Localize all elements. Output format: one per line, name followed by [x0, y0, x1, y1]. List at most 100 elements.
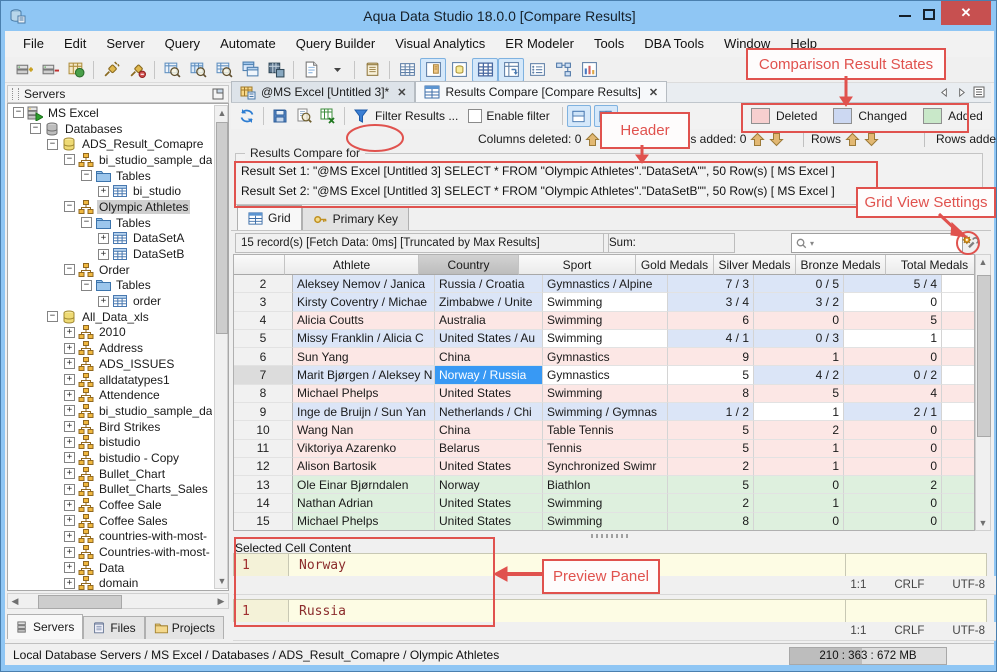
table-cell[interactable]: 0 / 3	[754, 329, 844, 349]
table-cell[interactable]: 4	[844, 384, 942, 403]
table-cell[interactable]: Inge de Bruijn / Sun Yan	[293, 402, 435, 422]
memory-indicator[interactable]: 210 : 363 : 672 MB	[789, 647, 947, 665]
collapse-icon[interactable]: −	[81, 279, 92, 291]
tree-item-address[interactable]: + Address	[9, 340, 212, 356]
save-button[interactable]	[268, 105, 292, 127]
table-cell[interactable]: 1	[754, 494, 844, 513]
table-cell[interactable]: United States / Au	[435, 329, 543, 349]
table-cell[interactable]: Ole Einar Bjørndalen	[293, 476, 435, 495]
tree-item-bi-studio-sample-da[interactable]: − bi_studio_sample_da	[9, 152, 212, 168]
table-cell[interactable]: Swimming	[543, 329, 668, 349]
expand-icon[interactable]: +	[64, 342, 75, 354]
table-cell[interactable]: Kirsty Coventry / Michae	[293, 293, 435, 312]
row-number[interactable]: 12	[234, 457, 293, 477]
table-cell[interactable]: 0	[844, 293, 942, 312]
tree-item-bullet-chart[interactable]: + Bullet_Chart	[9, 466, 212, 482]
tree-item-domain[interactable]: + domain	[9, 576, 212, 590]
table-cell[interactable]: 8	[942, 512, 974, 530]
disconnect-plug-button[interactable]	[124, 58, 150, 82]
table-cell[interactable]: 2 / 1	[844, 402, 942, 422]
tree-item-tables[interactable]: − Tables	[9, 215, 212, 231]
float-panel-icon[interactable]	[212, 88, 224, 100]
row-number[interactable]: 3	[234, 293, 293, 312]
menu-file[interactable]: File	[13, 31, 54, 57]
open-results-button[interactable]	[159, 58, 185, 82]
scroll-left-icon[interactable]: ◀	[8, 594, 22, 608]
refresh-button[interactable]	[235, 105, 259, 127]
tree-item-bullet-charts-sales[interactable]: + Bullet_Charts_Sales	[9, 482, 212, 498]
table-cell[interactable]: 0	[754, 512, 844, 530]
table-cell[interactable]: Belarus	[435, 439, 543, 458]
row-number[interactable]: 8	[234, 384, 293, 403]
row-number[interactable]: 5	[234, 329, 293, 349]
table-cell[interactable]: United States	[435, 384, 543, 403]
table-cell[interactable]: United States	[435, 494, 543, 513]
collapse-icon[interactable]: −	[64, 201, 75, 213]
maximize-icon[interactable]	[923, 9, 935, 20]
expand-icon[interactable]: +	[64, 405, 75, 417]
grid-view-button[interactable]	[394, 58, 420, 82]
table-cell[interactable]: Swimming	[543, 293, 668, 312]
table-cell[interactable]: Swimming	[543, 384, 668, 403]
tree-vertical-scrollbar[interactable]: ▲ ▼	[214, 105, 228, 589]
table-cell[interactable]: Michael Phelps	[293, 384, 435, 403]
expand-icon[interactable]: +	[64, 468, 75, 480]
enable-filter-checkbox[interactable]	[468, 109, 483, 123]
collapse-icon[interactable]: −	[47, 311, 58, 323]
diagram-view-button[interactable]	[550, 58, 576, 82]
new-file-button[interactable]	[298, 58, 324, 82]
collapse-icon[interactable]: −	[47, 138, 58, 150]
table-cell[interactable]: 0	[942, 421, 974, 440]
table-cell[interactable]: Wang Nan	[293, 421, 435, 440]
table-cell[interactable]: 0	[844, 512, 942, 530]
object-view-button[interactable]	[446, 58, 472, 82]
table-cell[interactable]: Sun Yang	[293, 348, 435, 367]
table-cell[interactable]: Synchronized Swimr	[543, 457, 668, 477]
scrollbar-thumb[interactable]	[38, 595, 122, 609]
tree-item-2010[interactable]: +2010	[9, 325, 212, 341]
table-cell[interactable]: Swimming	[543, 494, 668, 513]
close-tab-icon[interactable]: ✕	[649, 86, 658, 99]
expand-icon[interactable]: +	[64, 452, 75, 464]
table-cell[interactable]: 2	[942, 457, 974, 477]
tree-item-attendence[interactable]: + Attendence	[9, 387, 212, 403]
table-cell[interactable]: 1	[754, 439, 844, 458]
table-cell[interactable]: Swimming / Gymnas	[543, 402, 668, 422]
tab-ms-excel-untitled-3[interactable]: @MS Excel [Untitled 3]* ✕	[231, 81, 416, 102]
expand-icon[interactable]: +	[98, 185, 109, 197]
tab-scroll-left-icon[interactable]	[939, 87, 950, 98]
table-cell[interactable]: Missy Franklin / Alicia C	[293, 329, 435, 349]
table-cell[interactable]: 4 / 2	[754, 366, 844, 385]
table-cell[interactable]: 0	[844, 348, 942, 367]
expand-icon[interactable]: +	[64, 483, 75, 495]
sum-field[interactable]: Sum:	[603, 233, 735, 253]
minimize-icon[interactable]	[899, 15, 911, 17]
navigate-up-icon[interactable]	[844, 131, 860, 147]
grid-tab-primary-key[interactable]: Primary Key	[301, 207, 410, 230]
column-header-athlete[interactable]: Athlete	[285, 255, 419, 275]
table-cell[interactable]: 5	[754, 384, 844, 403]
table-cell[interactable]: Michael Phelps	[293, 512, 435, 530]
grid-view-settings-button[interactable]	[959, 232, 979, 252]
register-server-button[interactable]	[11, 58, 37, 82]
table-cell[interactable]: 0	[844, 439, 942, 458]
column-header-country[interactable]: Country	[419, 255, 519, 275]
table-cell[interactable]: 1	[754, 402, 844, 422]
collapse-icon[interactable]: −	[30, 123, 41, 135]
close-icon[interactable]: ✕	[941, 1, 991, 25]
grid-vertical-scrollbar[interactable]: ▲ ▼	[975, 254, 991, 531]
tree-item-ms-excel[interactable]: − MS Excel	[9, 105, 212, 121]
collapse-icon[interactable]: −	[81, 170, 92, 182]
tree-item-dataseta[interactable]: + DataSetA	[9, 231, 212, 247]
tree-item-bistudio-copy[interactable]: + bistudio - Copy	[9, 450, 212, 466]
navigate-down-icon[interactable]	[768, 131, 784, 147]
expand-icon[interactable]: +	[64, 436, 75, 448]
table-cell[interactable]: 0	[754, 476, 844, 495]
navigate-up-icon[interactable]	[584, 131, 600, 147]
table-cell[interactable]: 7 / 3	[668, 275, 754, 294]
table-cell[interactable]: 5	[668, 476, 754, 495]
tree-item-data[interactable]: + Data	[9, 560, 212, 576]
tree-item-countries-with-most[interactable]: + Countries-with-most-	[9, 544, 212, 560]
table-cell[interactable]: Aleksey Nemov / Janica	[293, 275, 435, 294]
scroll-up-icon[interactable]: ▲	[215, 106, 228, 120]
